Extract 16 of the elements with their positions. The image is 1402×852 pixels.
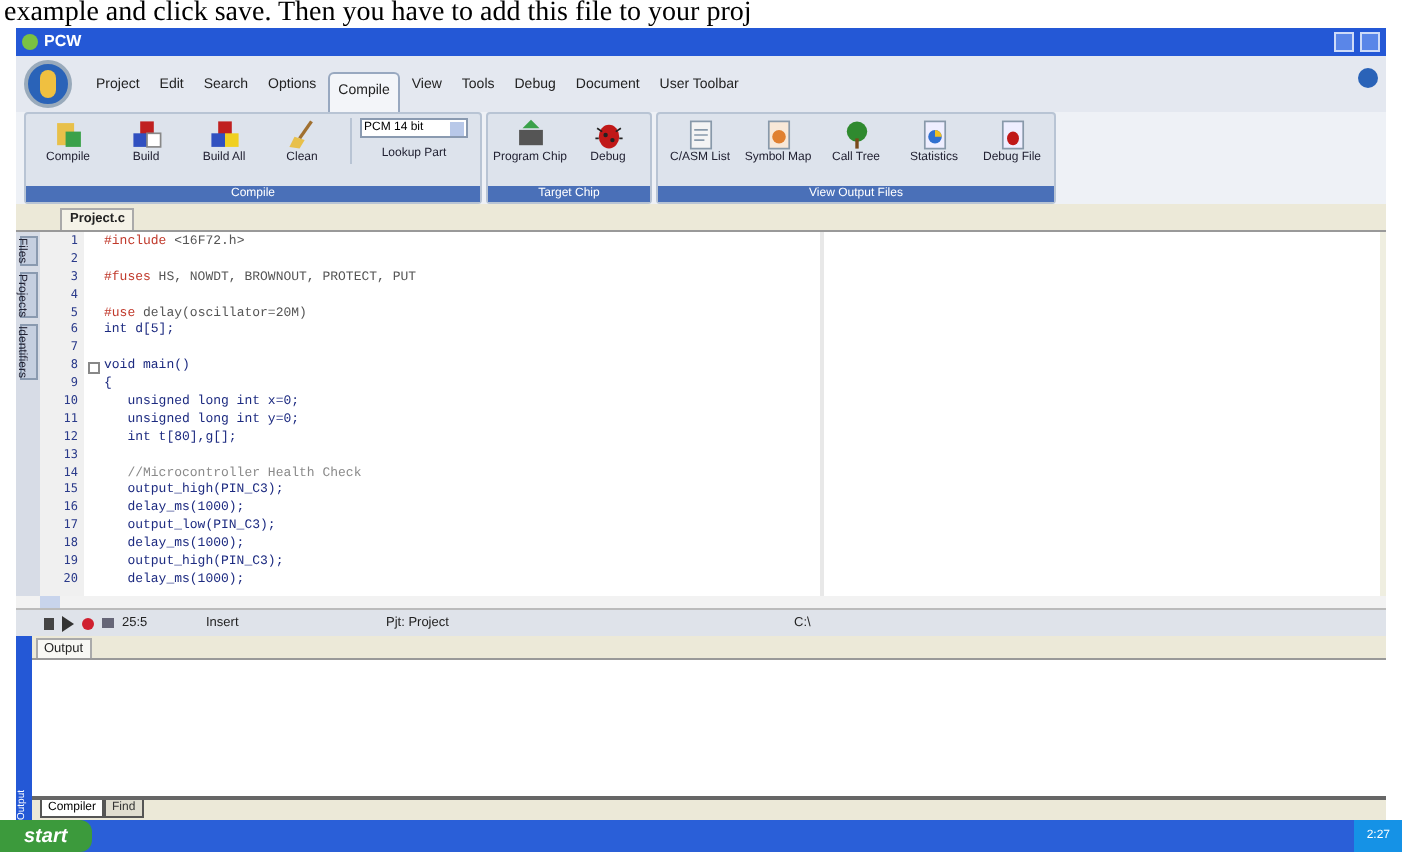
record-icon[interactable] (82, 617, 94, 629)
app-icon (22, 34, 38, 50)
minimize-button[interactable] (1334, 32, 1354, 52)
help-icon[interactable] (1358, 68, 1378, 88)
fold-toggle[interactable] (88, 361, 100, 374)
caption-text: example and click save. Then you have to add this file to your proj (4, 0, 752, 28)
window-title: PCW (44, 30, 82, 54)
save-icon[interactable] (44, 617, 54, 629)
blocks-icon (207, 118, 241, 152)
start-button[interactable]: start (0, 820, 92, 852)
blocks-icon (129, 118, 163, 152)
maximize-button[interactable] (1360, 32, 1380, 52)
app-menu-button[interactable] (24, 60, 72, 108)
broom-icon (285, 118, 319, 152)
logo-icon (40, 70, 56, 98)
folder-icon (51, 118, 85, 152)
